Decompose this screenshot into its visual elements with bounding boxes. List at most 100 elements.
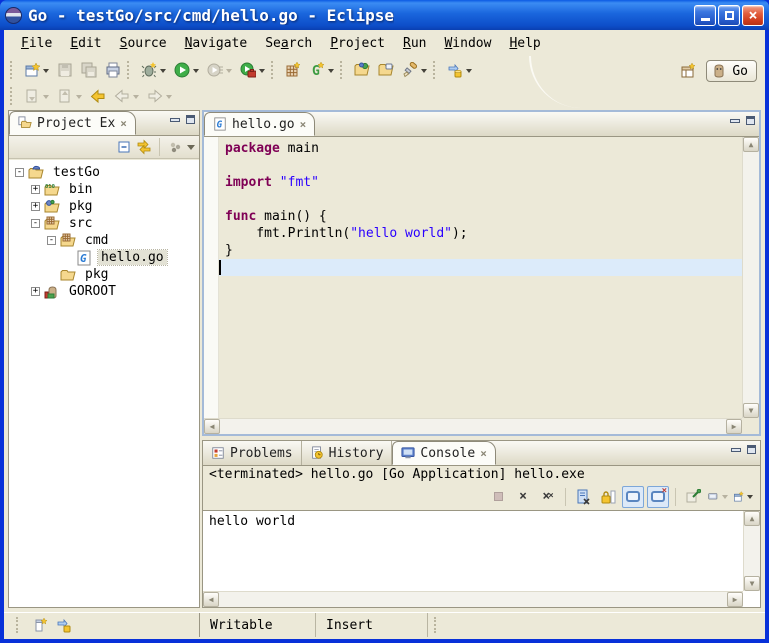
menu-item-edit[interactable]: Edit <box>61 33 110 54</box>
menu-item-source[interactable]: Source <box>111 33 176 54</box>
collapse-expander-icon[interactable]: - <box>47 236 56 245</box>
maximize-view-button[interactable] <box>186 115 195 124</box>
scroll-right-icon[interactable] <box>727 592 743 607</box>
print-button[interactable] <box>101 58 125 82</box>
import-go-package-button[interactable] <box>350 58 374 82</box>
terminate-button[interactable] <box>487 486 509 508</box>
tab-hello-go[interactable]: G hello.go <box>204 112 315 136</box>
minimize-view-button[interactable] <box>731 448 741 452</box>
scroll-up-icon[interactable] <box>743 137 759 152</box>
menu-item-window[interactable]: Window <box>435 33 500 54</box>
minimize-editor-button[interactable] <box>730 119 740 123</box>
close-view-icon[interactable] <box>480 447 487 460</box>
show-stderr-button[interactable] <box>647 486 669 508</box>
format-button[interactable] <box>398 58 431 82</box>
editor-horizontal-scrollbar[interactable] <box>204 418 742 434</box>
save-button[interactable] <box>53 58 77 82</box>
pin-console-button[interactable] <box>682 486 704 508</box>
statusbar-grip[interactable] <box>16 617 24 633</box>
scroll-left-icon[interactable] <box>204 419 220 434</box>
go-perspective-button[interactable]: Go <box>706 60 757 82</box>
new-go-package-button[interactable] <box>281 58 305 82</box>
menu-item-help[interactable]: Help <box>500 33 549 54</box>
toolbar-grip[interactable] <box>10 61 16 79</box>
tab-console[interactable]: Console <box>392 441 495 465</box>
editor-vertical-scrollbar[interactable] <box>742 137 759 418</box>
external-tools-button[interactable] <box>236 58 269 82</box>
remove-all-terminated-button[interactable] <box>537 486 559 508</box>
previous-annotation-button[interactable] <box>53 84 86 108</box>
mark-occurrences-icon[interactable] <box>56 617 72 633</box>
run-last-launched-button[interactable] <box>203 58 236 82</box>
run-button[interactable] <box>170 58 203 82</box>
link-with-editor-icon[interactable] <box>136 139 152 155</box>
tree-item-cmd[interactable]: - cmd <box>9 232 199 249</box>
scroll-down-icon[interactable] <box>743 403 759 418</box>
title-bar[interactable]: Go - testGo/src/cmd/hello.go - Eclipse <box>0 0 769 30</box>
console-horizontal-scrollbar[interactable] <box>203 591 743 607</box>
expand-expander-icon[interactable]: + <box>31 185 40 194</box>
back-button[interactable] <box>110 84 143 108</box>
close-window-button[interactable] <box>742 5 764 26</box>
open-perspective-button[interactable] <box>676 59 700 83</box>
debug-button[interactable] <box>137 58 170 82</box>
code-editor[interactable]: package main import "fmt" func main() { … <box>219 137 742 418</box>
scroll-left-icon[interactable] <box>203 592 219 607</box>
maximize-window-button[interactable] <box>718 5 740 26</box>
close-view-icon[interactable] <box>120 117 127 130</box>
tree-item-pkg[interactable]: + pkg <box>9 198 199 215</box>
scroll-down-icon[interactable] <box>744 576 760 591</box>
collapse-expander-icon[interactable]: - <box>15 168 24 177</box>
filters-icon[interactable] <box>167 139 183 155</box>
display-selected-console-button[interactable] <box>707 486 729 508</box>
menu-item-search[interactable]: Search <box>256 33 321 54</box>
maximize-editor-button[interactable] <box>746 116 755 125</box>
clear-console-button[interactable] <box>572 486 594 508</box>
scroll-right-icon[interactable] <box>726 419 742 434</box>
expand-expander-icon[interactable]: + <box>31 287 40 296</box>
console-output-area[interactable]: hello world <box>203 510 760 607</box>
menu-item-file[interactable]: File <box>12 33 61 54</box>
toolbar-grip[interactable] <box>433 61 439 79</box>
show-stdout-button[interactable] <box>622 486 644 508</box>
view-menu-icon[interactable] <box>187 145 195 154</box>
tree-item-src[interactable]: - src <box>9 215 199 232</box>
collapse-expander-icon[interactable]: - <box>31 219 40 228</box>
tab-project-explorer[interactable]: Project Ex <box>9 111 136 135</box>
minimize-window-button[interactable] <box>694 5 716 26</box>
annotation-ruler[interactable] <box>204 137 219 418</box>
forward-button[interactable] <box>143 84 176 108</box>
tree-item-hello-go[interactable]: G hello.go <box>9 249 199 266</box>
new-go-file-button[interactable]: G <box>305 58 338 82</box>
new-wizard-button[interactable] <box>20 58 53 82</box>
next-annotation-button[interactable] <box>20 84 53 108</box>
menu-item-run[interactable]: Run <box>394 33 435 54</box>
tab-history[interactable]: History <box>302 441 393 465</box>
open-file-button[interactable] <box>374 58 398 82</box>
toolbar-grip[interactable] <box>340 61 346 79</box>
toolbar-grip[interactable] <box>127 61 133 79</box>
toolbar-grip[interactable] <box>10 87 16 105</box>
menu-item-navigate[interactable]: Navigate <box>176 33 257 54</box>
toolbar-grip[interactable] <box>271 61 277 79</box>
new-task-icon[interactable] <box>32 617 48 633</box>
expand-expander-icon[interactable]: + <box>31 202 40 211</box>
console-vertical-scrollbar[interactable] <box>743 511 760 591</box>
close-editor-icon[interactable] <box>300 118 307 131</box>
tree-item-bin[interactable]: + 010 bin <box>9 181 199 198</box>
mark-occurrences-button[interactable] <box>443 58 476 82</box>
minimize-view-button[interactable] <box>170 118 180 122</box>
scroll-lock-button[interactable] <box>597 486 619 508</box>
tree-item-goroot[interactable]: + GOROOT <box>9 283 199 300</box>
maximize-view-button[interactable] <box>747 445 756 454</box>
remove-launch-button[interactable] <box>512 486 534 508</box>
tree-item-testgo[interactable]: - testGo <box>9 164 199 181</box>
tree-item-pkg-child[interactable]: pkg <box>9 266 199 283</box>
scroll-up-icon[interactable] <box>744 511 760 526</box>
menu-item-project[interactable]: Project <box>321 33 394 54</box>
save-all-button[interactable] <box>77 58 101 82</box>
tab-problems[interactable]: Problems <box>203 441 302 465</box>
statusbar-grip[interactable] <box>434 617 442 633</box>
last-edit-location-button[interactable] <box>86 84 110 108</box>
collapse-all-icon[interactable] <box>116 139 132 155</box>
